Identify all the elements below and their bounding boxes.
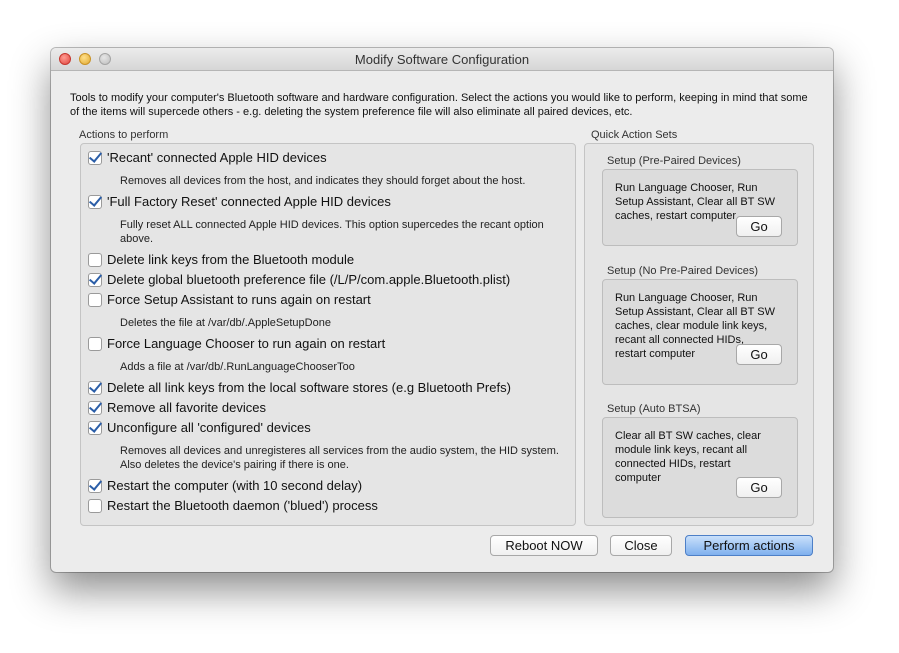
action-note: Removes all devices from the host, and i… [120,175,526,187]
perform-actions-button[interactable]: Perform actions [685,535,813,556]
go-button-no-pre-paired[interactable]: Go [736,344,782,365]
action-unconfigure-devices[interactable]: Unconfigure all 'configured' devices [88,420,311,435]
action-delete-local-link-keys[interactable]: Delete all link keys from the local soft… [88,380,511,395]
checkbox-delete-local-link-keys[interactable] [88,380,102,395]
action-delete-link-keys-module[interactable]: Delete link keys from the Bluetooth modu… [88,252,354,267]
go-button-pre-paired[interactable]: Go [736,216,782,237]
action-recant-hid[interactable]: 'Recant' connected Apple HID devices [88,150,327,165]
quick-set-label: Setup (No Pre-Paired Devices) [607,265,759,277]
quick-set-auto-btsa: Clear all BT SW caches, clear module lin… [602,417,798,518]
action-force-setup-assistant[interactable]: Force Setup Assistant to runs again on r… [88,292,371,307]
action-full-factory-reset[interactable]: 'Full Factory Reset' connected Apple HID… [88,194,391,209]
checkbox-full-factory-reset[interactable] [88,194,102,209]
checkbox-recant-hid[interactable] [88,150,102,165]
action-label: Delete all link keys from the local soft… [107,380,511,395]
action-delete-global-pref[interactable]: Delete global bluetooth preference file … [88,272,510,287]
actions-panel: 'Recant' connected Apple HID devices Rem… [80,143,576,526]
quick-set-label: Setup (Auto BTSA) [607,403,701,415]
action-note: Fully reset ALL connected Apple HID devi… [120,219,544,245]
reboot-now-button[interactable]: Reboot NOW [490,535,598,556]
actions-section-label: Actions to perform [79,129,169,141]
quick-set-pre-paired: Run Language Chooser, Run Setup Assistan… [602,169,798,246]
dialog-window: Modify Software Configuration Tools to m… [51,48,833,572]
close-button[interactable]: Close [610,535,672,556]
checkbox-restart-blued[interactable] [88,498,102,513]
action-label: Restart the computer (with 10 second del… [107,478,363,493]
action-label: Force Language Chooser to run again on r… [107,336,386,351]
action-note: Removes all devices and unregisteres all… [120,445,559,471]
checkbox-force-setup-assistant[interactable] [88,292,102,307]
action-label: Restart the Bluetooth daemon ('blued') p… [107,498,378,513]
action-label: Delete global bluetooth preference file … [107,272,511,287]
checkbox-unconfigure-devices[interactable] [88,420,102,435]
action-note: Deletes the file at /var/db/.AppleSetupD… [120,317,331,329]
quick-actions-panel: Setup (Pre-Paired Devices) Run Language … [584,143,814,526]
action-label: 'Full Factory Reset' connected Apple HID… [107,194,391,209]
action-restart-blued[interactable]: Restart the Bluetooth daemon ('blued') p… [88,498,378,513]
checkbox-restart-computer[interactable] [88,478,102,493]
action-note: Adds a file at /var/db/.RunLanguageChoos… [120,361,355,373]
action-remove-favorites[interactable]: Remove all favorite devices [88,400,266,415]
quick-actions-section-label: Quick Action Sets [591,129,678,141]
action-label: Delete link keys from the Bluetooth modu… [107,252,355,267]
quick-set-label: Setup (Pre-Paired Devices) [607,155,741,167]
action-force-language-chooser[interactable]: Force Language Chooser to run again on r… [88,336,385,351]
checkbox-delete-link-keys-module[interactable] [88,252,102,267]
quick-set-no-pre-paired: Run Language Chooser, Run Setup Assistan… [602,279,798,385]
action-label: Force Setup Assistant to runs again on r… [107,292,371,307]
action-label: Unconfigure all 'configured' devices [107,420,311,435]
title-bar[interactable]: Modify Software Configuration [51,48,833,71]
window-title: Modify Software Configuration [354,52,530,67]
checkbox-force-language-chooser[interactable] [88,336,102,351]
action-restart-computer[interactable]: Restart the computer (with 10 second del… [88,478,362,493]
checkbox-delete-global-pref[interactable] [88,272,102,287]
intro-text: Tools to modify your computer's Bluetoot… [70,92,808,118]
checkbox-remove-favorites[interactable] [88,400,102,415]
action-label: Remove all favorite devices [107,400,266,415]
action-label: 'Recant' connected Apple HID devices [107,150,327,165]
go-button-auto-btsa[interactable]: Go [736,477,782,498]
